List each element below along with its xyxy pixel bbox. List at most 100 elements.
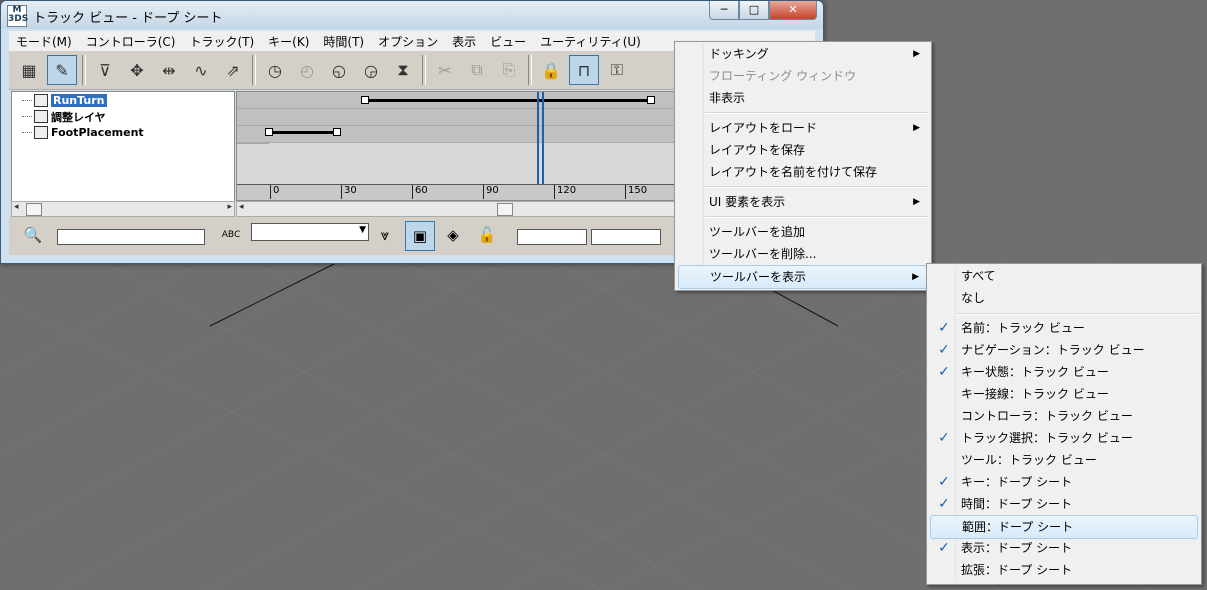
submenu-item-navigation-trackview[interactable]: ✓ ナビゲーション：トラック ビュー xyxy=(930,339,1198,361)
key-value-field[interactable] xyxy=(591,229,661,245)
submenu-item-extras-dopesheet[interactable]: 拡張：ドープ シート xyxy=(930,559,1198,581)
range-start-handle[interactable] xyxy=(265,128,273,136)
object-name-field[interactable] xyxy=(57,229,205,245)
scale-time-icon[interactable]: ◶ xyxy=(357,56,385,84)
checkmark-icon: ✓ xyxy=(938,320,950,336)
scroll-right-icon[interactable]: ▸ xyxy=(227,202,232,212)
submenu-item-keytangent-trackview[interactable]: キー接線：トラック ビュー xyxy=(930,383,1198,405)
curve-editor-icon[interactable]: ▦ xyxy=(15,56,43,84)
filter-unlocked-icon[interactable]: ◈ xyxy=(439,221,467,249)
unlock-icon[interactable]: 🔓 xyxy=(473,221,501,249)
track-tree[interactable]: RunTurn 調整レイヤ FootPlacement xyxy=(11,91,235,203)
minimize-button[interactable]: ─ xyxy=(709,1,739,20)
menu-controller[interactable]: コントローラ(C) xyxy=(79,33,183,50)
range-end-handle[interactable] xyxy=(333,128,341,136)
checkmark-icon: ✓ xyxy=(938,540,950,556)
key-time-field[interactable] xyxy=(517,229,587,245)
menu-time[interactable]: 時間(T) xyxy=(316,33,371,50)
menu-item-save-layout-as[interactable]: レイアウトを名前を付けて保存 xyxy=(678,161,928,183)
menu-separator xyxy=(705,216,928,218)
submenu-item-controller-trackview[interactable]: コントローラ：トラック ビュー xyxy=(930,405,1198,427)
ruler-tick: 150 xyxy=(625,185,647,199)
lock-selection-icon[interactable]: 🔒 xyxy=(537,56,565,84)
reverse-time-icon[interactable]: ◵ xyxy=(325,56,353,84)
menu-utilities[interactable]: ユーティリティ(U) xyxy=(533,33,648,50)
submenu-arrow-icon: ▶ xyxy=(913,49,920,59)
select-time-icon[interactable]: ◷ xyxy=(261,56,289,84)
tree-item-footplacement[interactable]: FootPlacement xyxy=(22,125,144,140)
keys-lock-icon[interactable]: ⚿ xyxy=(603,56,631,84)
checkmark-icon: ✓ xyxy=(938,364,950,380)
menu-separator xyxy=(957,313,1198,315)
filter-selected-tracks-icon[interactable]: ⩔ xyxy=(371,221,399,249)
tree-item-adjust-layer[interactable]: 調整レイヤ xyxy=(22,109,106,124)
submenu-arrow-icon: ▶ xyxy=(913,123,920,133)
range-bar-runturn[interactable] xyxy=(365,99,651,102)
maximize-button[interactable]: □ xyxy=(739,1,769,20)
menu-key[interactable]: キー(K) xyxy=(261,33,316,50)
close-button[interactable]: ✕ xyxy=(769,1,817,20)
submenu-item-none[interactable]: なし xyxy=(930,287,1198,309)
range-start-handle[interactable] xyxy=(361,96,369,104)
slide-keys-icon[interactable]: ⇹ xyxy=(155,56,183,84)
submenu-item-keystate-trackview[interactable]: ✓ キー状態：トラック ビュー xyxy=(930,361,1198,383)
copy-time-icon[interactable]: ⧉ xyxy=(463,56,491,84)
scale-keys-icon[interactable]: ⇗ xyxy=(219,56,247,84)
checkmark-icon: ✓ xyxy=(938,474,950,490)
cut-time-icon[interactable]: ✂ xyxy=(431,56,459,84)
window-title: トラック ビュー - ドープ シート xyxy=(33,11,223,26)
menu-item-save-layout[interactable]: レイアウトを保存 xyxy=(678,139,928,161)
move-keys-icon[interactable]: ✥ xyxy=(123,56,151,84)
ruler-tick: 120 xyxy=(554,185,576,199)
zoom-selected-icon[interactable]: 🔍 xyxy=(19,221,47,249)
submenu-item-trackselect-trackview[interactable]: ✓ トラック選択：トラック ビュー xyxy=(930,427,1198,449)
dope-sheet-icon[interactable]: ✎ xyxy=(47,55,77,85)
submenu-item-keys-dopesheet[interactable]: ✓ キー：ドープ シート xyxy=(930,471,1198,493)
menu-mode[interactable]: モード(M) xyxy=(9,33,79,50)
menu-separator xyxy=(705,112,928,114)
menu-item-docking[interactable]: ドッキング ▶ xyxy=(678,43,928,65)
show-toolbars-submenu: すべて なし ✓ 名前：トラック ビュー ✓ ナビゲーション：トラック ビュー ✓ キ… xyxy=(926,263,1202,585)
menu-item-add-toolbar[interactable]: ツールバーを追加 xyxy=(678,221,928,243)
filter-icon[interactable]: ⊽ xyxy=(91,56,119,84)
insert-time-icon[interactable]: ⧗ xyxy=(389,56,417,84)
range-end-handle[interactable] xyxy=(647,96,655,104)
snap-frames-icon[interactable]: ⊓ xyxy=(569,55,599,85)
menu-track[interactable]: トラック(T) xyxy=(182,33,261,50)
tree-scroll-thumb[interactable] xyxy=(26,203,42,216)
submenu-item-all[interactable]: すべて xyxy=(930,265,1198,287)
ruler-tick: 0 xyxy=(270,185,279,199)
delete-time-icon[interactable]: ◴ xyxy=(293,56,321,84)
scroll-left-icon[interactable]: ◂ xyxy=(14,202,19,212)
submenu-item-tools-trackview[interactable]: ツール：トラック ビュー xyxy=(930,449,1198,471)
scroll-left-icon[interactable]: ◂ xyxy=(239,202,244,212)
submenu-item-time-dopesheet[interactable]: ✓ 時間：ドープ シート xyxy=(930,493,1198,515)
add-keys-icon[interactable]: ∿ xyxy=(187,56,215,84)
title-bar[interactable]: M 3DS トラック ビュー - ドープ シート ─ □ ✕ xyxy=(1,1,823,29)
menu-view[interactable]: ビュー xyxy=(483,33,533,50)
track-set-dropdown[interactable]: ▼ xyxy=(251,223,369,241)
checkmark-icon: ✓ xyxy=(938,430,950,446)
checkmark-icon: ✓ xyxy=(938,342,950,358)
submenu-item-range-dopesheet[interactable]: 範囲：ドープ シート xyxy=(930,515,1198,539)
app-logo-icon: M 3DS xyxy=(7,5,28,27)
submenu-arrow-icon: ▶ xyxy=(912,272,919,282)
menu-item-show-toolbars[interactable]: ツールバーを表示 ▶ xyxy=(678,265,928,289)
range-bar-footplacement[interactable] xyxy=(269,131,337,134)
menu-item-delete-toolbar[interactable]: ツールバーを削除... xyxy=(678,243,928,265)
edit-track-name-icon[interactable]: ABC xyxy=(217,221,245,249)
track-scroll-thumb[interactable] xyxy=(497,203,513,216)
tree-item-runturn[interactable]: RunTurn xyxy=(22,93,107,108)
tree-scrollbar[interactable]: ◂ ▸ xyxy=(11,201,235,217)
menu-item-floating-window[interactable]: フローティング ウィンドウ xyxy=(678,65,928,87)
menu-options[interactable]: オプション xyxy=(371,33,445,50)
submenu-item-display-dopesheet[interactable]: ✓ 表示：ドープ シート xyxy=(930,537,1198,559)
menu-display[interactable]: 表示 xyxy=(445,33,483,50)
menu-item-load-layout[interactable]: レイアウトをロード ▶ xyxy=(678,117,928,139)
submenu-item-name-trackview[interactable]: ✓ 名前：トラック ビュー xyxy=(930,317,1198,339)
filter-animated-icon[interactable]: ▣ xyxy=(405,221,435,251)
ruler-tick: 30 xyxy=(341,185,357,199)
paste-time-icon[interactable]: ⎘ xyxy=(495,56,523,84)
menu-item-hide[interactable]: 非表示 xyxy=(678,87,928,109)
menu-item-show-ui-elements[interactable]: UI 要素を表示 ▶ xyxy=(678,191,928,213)
